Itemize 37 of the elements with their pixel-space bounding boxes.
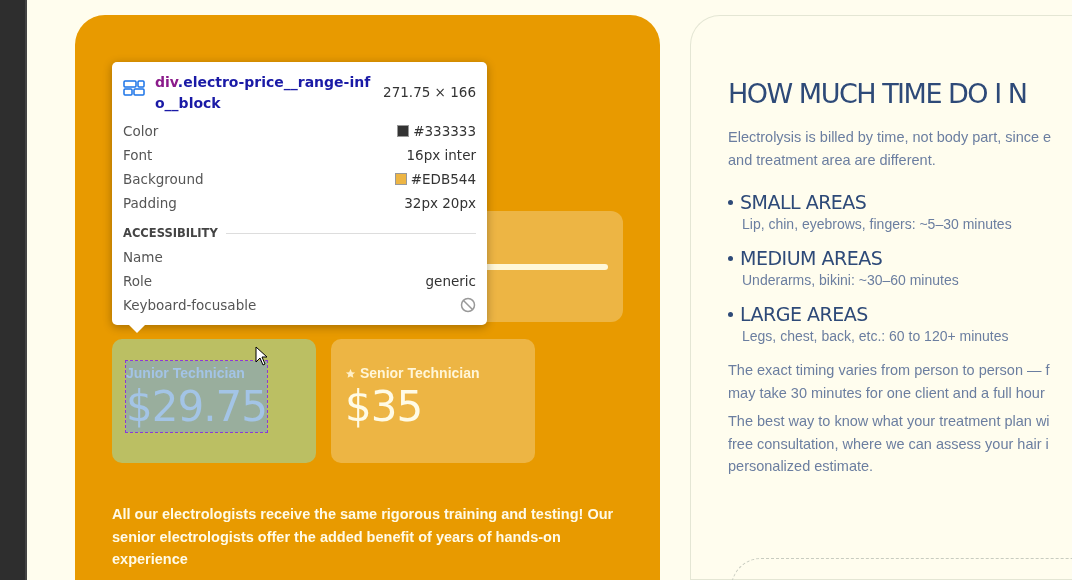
bullet-icon [728,311,733,317]
cursor-icon [255,346,268,366]
tier-label: Junior Technician [126,364,245,383]
property-label: Color [123,122,159,141]
section-title: ACCESSIBILITY [123,225,218,242]
section-heading: HOW MUCH TIME DO I N [728,78,1028,111]
star-icon [345,368,356,379]
property-label: Padding [123,194,177,213]
layout-icon [123,80,145,96]
property-label: Role [123,272,153,292]
property-value: 32px 20px [404,194,476,213]
element-size: 271.75 × 166 [383,83,476,102]
property-value: 16px inter [406,146,476,165]
paragraph: Electrolysis is billed by time, not body part, since e and treatment area are different. [728,128,1053,170]
property-value: #EDB544 [410,170,476,189]
element-selector: div.electro-price__range-inf o__block [155,73,372,114]
property-label: Background [123,170,204,189]
pricing-note: All our electrologists receive the same rigorous training and testing! Our senior electrologists offer the added benefit of years of hands-on experience [112,505,615,569]
bullet-icon [728,199,733,205]
price: $35 [345,384,424,431]
property-value: generic [425,272,476,292]
price: $29.75 [126,384,267,431]
area-title: SMALL AREAS [740,191,867,214]
tier-label: Senior Technician [360,364,480,383]
area-title: LARGE AREAS [740,303,868,326]
property-label: Name [123,248,163,268]
area-title: MEDIUM AREAS [740,247,883,270]
paragraph: The best way to know what your treatment plan wi free consultation, where we can assess your hair i personalized estimate. [728,412,1051,477]
paragraph: The exact timing varies from person to person — f may take 30 minutes for one client and a full hour [728,361,1051,403]
bullet-icon [728,255,733,261]
area-detail: Lip, chin, eyebrows, fingers: ~5–30 minutes [742,215,1013,235]
area-detail: Underarms, bikini: ~30–60 minutes [742,271,960,291]
property-label: Font [123,146,153,165]
area-detail: Legs, chest, back, etc.: 60 to 120+ minutes [742,327,1010,347]
not-allowed-icon [460,297,476,314]
property-label: Keyboard-focusable [123,296,257,316]
property-value: #333333 [413,122,476,141]
